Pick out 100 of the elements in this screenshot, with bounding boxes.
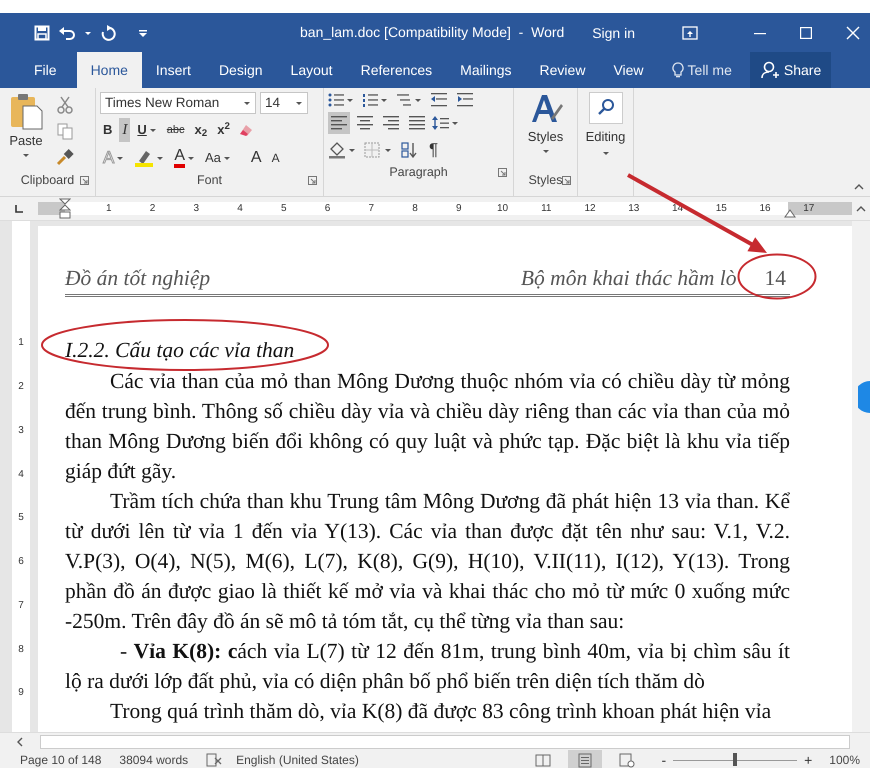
align-left-icon[interactable] bbox=[328, 112, 350, 134]
ribbon-tab[interactable]: Insert bbox=[142, 52, 205, 88]
indent-marker-icon[interactable] bbox=[59, 198, 71, 220]
group-label: Clipboard bbox=[20, 172, 74, 189]
ribbon-tab[interactable]: Review bbox=[526, 52, 600, 88]
decrease-indent-icon[interactable] bbox=[430, 92, 448, 108]
increase-indent-icon[interactable] bbox=[456, 92, 474, 108]
highlighter-icon bbox=[134, 149, 154, 167]
ribbon-tab[interactable]: View bbox=[599, 52, 658, 88]
caret-icon bbox=[222, 155, 231, 161]
format-button[interactable]: U bbox=[134, 118, 160, 142]
ruler-number: 2 bbox=[150, 203, 156, 214]
ribbon-tab[interactable]: Mailings bbox=[446, 52, 526, 88]
caret-icon bbox=[116, 155, 124, 161]
section-heading: I.2.2. Cấu tạo các vỉa than bbox=[65, 338, 294, 362]
format-painter-icon[interactable] bbox=[56, 148, 74, 166]
font-color-button[interactable]: A bbox=[171, 146, 198, 170]
header-text: Đồ án tốt nghiệp bbox=[65, 265, 210, 292]
ruler-number: 1 bbox=[106, 203, 112, 214]
format-button[interactable]: abc bbox=[164, 118, 188, 142]
shrink-font-button[interactable]: A bbox=[268, 146, 283, 170]
header-text: Bộ môn khai thác hầm lò bbox=[520, 265, 736, 292]
dialog-launcher-icon[interactable] bbox=[308, 176, 317, 185]
editing-button[interactable]: Editing bbox=[586, 92, 626, 170]
ruler-number: 12 bbox=[584, 203, 596, 214]
sign-in-link[interactable]: Sign in bbox=[589, 20, 638, 44]
ruler-number: 17 bbox=[803, 203, 814, 214]
tell-me-field[interactable]: Tell me bbox=[658, 52, 746, 88]
change-case-button[interactable]: Aa bbox=[202, 146, 234, 170]
proofing-icon[interactable] bbox=[206, 753, 222, 767]
page-count[interactable]: Page 10 of 148 bbox=[20, 751, 102, 768]
ribbon-tab[interactable]: References bbox=[346, 52, 446, 88]
paste-button[interactable]: Paste bbox=[4, 92, 48, 170]
caret-icon bbox=[187, 155, 196, 161]
zoom-out-button[interactable]: - bbox=[658, 750, 670, 768]
zoom-in-button[interactable]: + bbox=[801, 750, 816, 768]
show-marks-button[interactable]: ¶ bbox=[426, 138, 442, 162]
ruler-number: 9 bbox=[456, 203, 462, 214]
font-size-field[interactable]: 14 bbox=[260, 92, 308, 114]
caret-icon bbox=[148, 127, 157, 133]
sort-icon[interactable] bbox=[400, 141, 418, 159]
zoom-slider-thumb[interactable] bbox=[733, 753, 738, 766]
collapse-ribbon-icon[interactable] bbox=[854, 183, 864, 190]
page-number: 14 bbox=[764, 266, 786, 290]
ribbon-tab[interactable]: Layout bbox=[276, 52, 347, 88]
redo-icon[interactable] bbox=[100, 24, 116, 40]
dialog-launcher-icon[interactable] bbox=[562, 176, 571, 185]
read-view-icon bbox=[535, 752, 552, 768]
dialog-launcher-icon[interactable] bbox=[498, 168, 507, 177]
caret-icon bbox=[602, 150, 610, 156]
numbering-icon[interactable] bbox=[362, 92, 388, 108]
maximize-icon[interactable] bbox=[800, 26, 812, 38]
ribbon-display-icon[interactable] bbox=[682, 26, 698, 40]
close-icon[interactable] bbox=[846, 26, 860, 40]
undo-icon[interactable] bbox=[58, 24, 76, 40]
word-count[interactable]: 38094 words bbox=[119, 751, 188, 768]
ribbon-tab[interactable]: Design bbox=[204, 52, 277, 88]
customize-icon[interactable] bbox=[138, 28, 148, 38]
caret-icon bbox=[295, 100, 303, 106]
ruler-number: 13 bbox=[628, 203, 640, 214]
language-label[interactable]: English (United States) bbox=[236, 751, 359, 768]
right-indent-icon[interactable] bbox=[784, 209, 796, 218]
share-button[interactable]: Share bbox=[750, 52, 832, 88]
caret-icon[interactable] bbox=[84, 30, 92, 36]
ribbon-tab[interactable]: File bbox=[20, 52, 71, 88]
format-button[interactable]: I bbox=[119, 118, 130, 142]
dialog-launcher-icon[interactable] bbox=[80, 176, 89, 185]
line-spacing-icon[interactable] bbox=[432, 115, 458, 131]
ruler-number: 4 bbox=[18, 468, 24, 482]
ruler-number: 6 bbox=[324, 203, 330, 214]
group-label: Paragraph bbox=[389, 164, 448, 181]
ruler-number: 9 bbox=[18, 686, 24, 700]
ruler-number: 6 bbox=[18, 555, 24, 570]
format-button[interactable]: x$_{2}$ bbox=[192, 118, 210, 142]
copy-icon[interactable] bbox=[56, 122, 74, 140]
grow-font-button[interactable]: A bbox=[248, 146, 265, 170]
format-button[interactable]: x$^{2}$ bbox=[214, 118, 233, 142]
multilevel-list-icon[interactable] bbox=[396, 92, 422, 108]
ruler-number: 5 bbox=[18, 511, 24, 526]
styles-button[interactable]: Styles bbox=[528, 92, 564, 170]
format-button[interactable]: B bbox=[100, 118, 116, 142]
ribbon-tab[interactable]: Home bbox=[76, 52, 142, 88]
save-icon[interactable] bbox=[34, 24, 50, 40]
scissors-icon[interactable] bbox=[56, 96, 74, 114]
bullets-icon[interactable] bbox=[328, 92, 354, 108]
caret-icon bbox=[156, 155, 164, 161]
person-icon bbox=[760, 61, 780, 79]
round-button-icon[interactable] bbox=[858, 381, 870, 413]
paragraph: Các vỉa than của mỏ than Mông Dương thuộc nhóm vỉa có chiều dày từ mỏng đến trung bình. Thông số chiều dày vỉa và chiều dày riêng than các vỉa than của mỏ than Mông Dương biến đổi không có quy luật và phức tạp. Đặc biệt là khu vỉa tiếp giáp đứt gãy. bbox=[65, 368, 790, 486]
view-print-button[interactable] bbox=[568, 750, 602, 768]
caret-icon bbox=[542, 148, 550, 154]
scrollbar-thumb[interactable] bbox=[40, 734, 850, 748]
shading-icon[interactable] bbox=[328, 141, 356, 159]
caret-icon bbox=[243, 100, 251, 106]
font-name-field[interactable]: Times New Roman bbox=[100, 92, 256, 114]
ruler-number: 8 bbox=[412, 203, 418, 214]
ruler-number: 10 bbox=[496, 203, 508, 214]
zoom-level[interactable]: 100% bbox=[829, 751, 860, 768]
tab-selector-icon[interactable] bbox=[13, 203, 25, 215]
lightbulb-icon bbox=[672, 62, 684, 78]
